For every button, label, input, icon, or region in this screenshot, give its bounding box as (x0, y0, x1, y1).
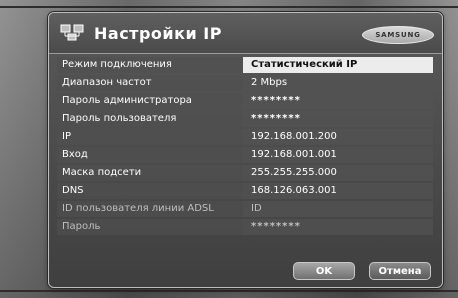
setting-row-ip[interactable]: IP 192.168.001.200 (57, 129, 433, 145)
setting-value[interactable]: ID (243, 201, 433, 217)
setting-value[interactable]: 192.168.001.001 (243, 147, 433, 163)
setting-label: Пароль пользователя (57, 111, 243, 127)
setting-row-dns[interactable]: DNS 168.126.063.001 (57, 183, 433, 199)
setting-label: Диапазон частот (57, 75, 243, 91)
setting-value[interactable]: Статистический IP (243, 57, 433, 73)
network-icon (60, 23, 84, 42)
setting-row-user-password[interactable]: Пароль пользователя ******** (57, 111, 433, 127)
setting-label: Вход (57, 147, 243, 163)
setting-label: IP (57, 129, 243, 145)
dialog-title-bar: Настройки IP SAMSUNG (49, 13, 442, 54)
setting-label: Режим подключения (57, 57, 243, 73)
setting-row-adsl-user-id[interactable]: ID пользователя линии ADSL ID (57, 201, 433, 217)
setting-value[interactable]: ******** (243, 219, 433, 235)
setting-row-bandwidth[interactable]: Диапазон частот 2 Mbps (57, 75, 433, 91)
setting-label: Пароль (57, 219, 243, 235)
setting-row-admin-password[interactable]: Пароль администратора ******** (57, 93, 433, 109)
setting-label: DNS (57, 183, 243, 199)
dialog-title: Настройки IP (94, 24, 222, 43)
setting-value[interactable]: ******** (243, 93, 433, 109)
ok-button[interactable]: OK (293, 262, 355, 280)
setting-row-gateway[interactable]: Вход 192.168.001.001 (57, 147, 433, 163)
setting-value[interactable]: ******** (243, 111, 433, 127)
monitor-bezel-line (0, 290, 458, 292)
dialog-buttons: OK Отмена (293, 262, 431, 280)
setting-label: Маска подсети (57, 165, 243, 181)
setting-label: Пароль администратора (57, 93, 243, 109)
settings-list: Режим подключения Статистический IP Диап… (57, 57, 433, 237)
setting-row-connection-mode[interactable]: Режим подключения Статистический IP (57, 57, 433, 73)
monitor-bezel-line (0, 6, 458, 8)
setting-value[interactable]: 255.255.255.000 (243, 165, 433, 181)
setting-value[interactable]: 192.168.001.200 (243, 129, 433, 145)
setting-label: ID пользователя линии ADSL (57, 201, 243, 217)
setting-value[interactable]: 2 Mbps (243, 75, 433, 91)
setting-row-subnet-mask[interactable]: Маска подсети 255.255.255.000 (57, 165, 433, 181)
cancel-button[interactable]: Отмена (369, 262, 431, 280)
samsung-logo: SAMSUNG (362, 26, 434, 44)
setting-value[interactable]: 168.126.063.001 (243, 183, 433, 199)
setting-row-adsl-password[interactable]: Пароль ******** (57, 219, 433, 235)
ip-settings-dialog: Настройки IP SAMSUNG Режим подключения С… (48, 12, 443, 288)
